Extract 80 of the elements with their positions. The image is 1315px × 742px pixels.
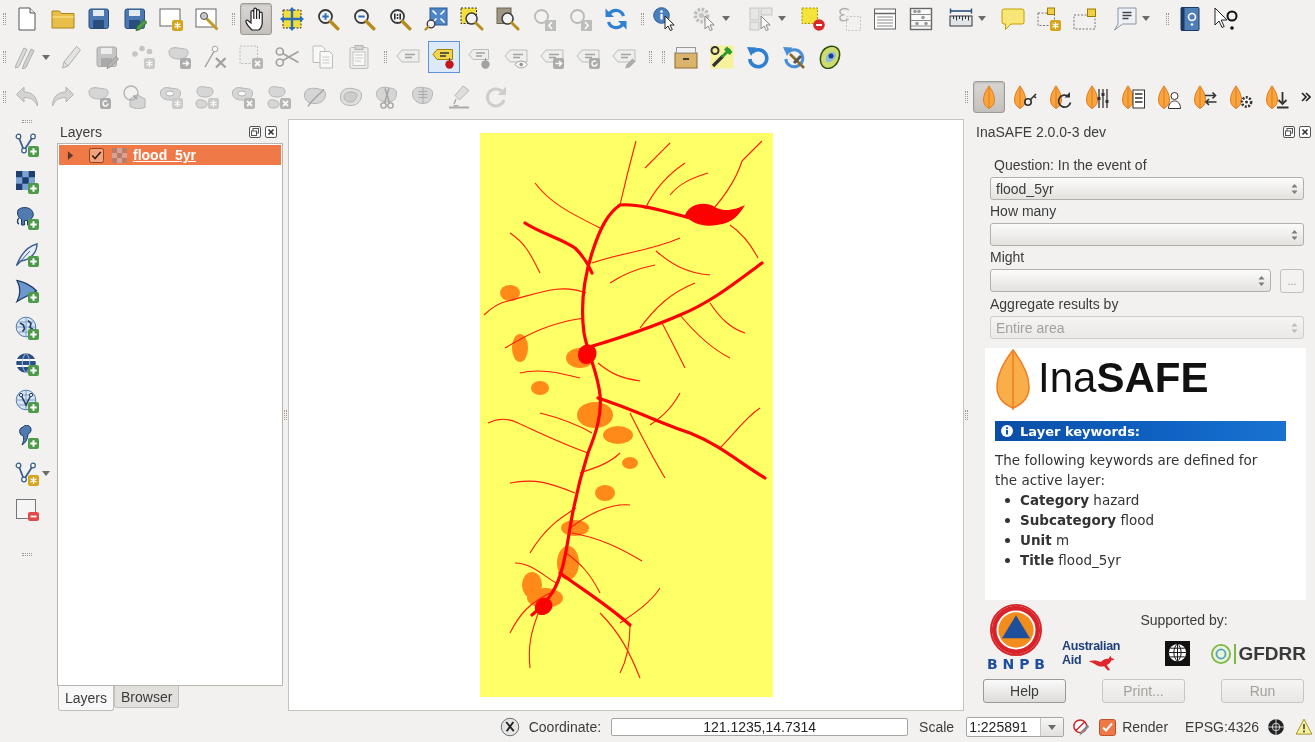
keyword-text: Category hazard [1020,492,1140,508]
leaf-logo-icon [995,349,1031,411]
spin-arrows-icon [1258,274,1265,287]
text-bubble-icon[interactable] [1112,6,1137,31]
toolbar-handle[interactable] [232,12,235,25]
heading-text: Layer keywords: [1020,423,1141,439]
keyword-text: Subcategory flood [1020,512,1154,528]
toolbar-handle[interactable] [3,91,6,103]
caret-icon [42,54,50,60]
spin-arrows-icon [1291,321,1298,334]
caret-icon [977,16,986,21]
vertices-star-icon[interactable] [15,461,39,486]
field-label: Question: In the event of [993,156,1148,175]
caret-icon [777,16,786,21]
toolbar-handle[interactable] [22,120,32,123]
crosshair-icon[interactable] [1267,718,1285,736]
close-icon[interactable] [265,125,277,138]
field-label: Might [990,248,1026,267]
keyword-text: Title flood_5yr [1020,552,1121,568]
spin-arrows-icon [1291,228,1298,241]
circle-logo-icon [1211,643,1232,664]
field-label: How many [990,202,1058,221]
splitter-handle[interactable] [965,409,968,420]
toolbar-handle[interactable] [649,51,652,63]
logo-text: B N P B [987,656,1045,672]
field-label: Aggregate results by [990,295,1120,314]
expand-arrow-icon[interactable] [67,150,74,160]
caret-icon [42,471,50,476]
bullet-icon [1005,497,1010,503]
warning-icon[interactable] [1295,718,1313,736]
circle-x-icon[interactable] [499,717,520,737]
info-icon [1001,425,1013,437]
dropdown[interactable] [990,269,1271,292]
intro-text: The following keywords are defined for the active layer: [995,451,1259,490]
panel-title: Layers [60,123,103,140]
keyword-text: Unit m [1020,532,1070,548]
checker-icon [112,147,127,163]
bullet-icon [1005,537,1010,543]
render-checkbox[interactable] [1099,718,1117,736]
logo-text: InaSAFE [1038,357,1209,399]
float-icon[interactable] [1283,125,1295,138]
panel-title: InaSAFE 2.0.0-3 dev [976,123,1106,140]
logo-text: GFDRR [1234,643,1306,664]
scale-label: Scale [919,719,955,735]
caret-icon [1141,16,1150,21]
coordinate-field[interactable]: 121.1235,14.7314 [611,718,909,736]
no-sign-pencil-icon[interactable] [1072,718,1091,736]
help-button[interactable]: Help [983,678,1066,703]
logo-text: Aid [1062,654,1082,667]
dropdown[interactable]: flood_5yr [990,177,1304,200]
logo-text: Australian [1062,640,1121,653]
coordinate-label: Coordinate: [528,719,602,735]
toolbar-handle[interactable] [3,51,6,63]
double-chevron-icon[interactable] [1301,92,1311,102]
caret-icon [721,16,730,21]
panel-tab[interactable]: Browser [114,686,180,708]
supported-by-text: Supported by: [1140,612,1228,628]
globe-logo-icon [1164,641,1190,666]
toolbar-handle[interactable] [384,51,387,63]
float-icon[interactable] [249,125,261,138]
caret-icon [1048,724,1057,730]
splitter-handle[interactable] [284,409,287,420]
bullet-icon [1005,517,1010,523]
panel-tab[interactable]: Layers [58,686,115,711]
layer-checkbox[interactable] [89,147,104,163]
close-icon[interactable] [1299,125,1311,138]
map-canvas[interactable] [288,119,964,711]
toolbar-handle[interactable] [965,91,968,103]
crs-label[interactable]: EPSG:4326 [1185,719,1259,735]
dropdown[interactable] [990,223,1304,246]
render-label[interactable]: Render [1122,719,1169,735]
toolbar-handle[interactable] [641,12,644,25]
toolbar-handle[interactable] [1166,12,1169,25]
spin-arrows-icon [1291,182,1298,195]
scale-dropdown[interactable]: 1:225891 [966,717,1065,737]
bullet-icon [1005,557,1010,563]
toolbar-handle[interactable] [3,12,6,25]
toolbar-handle[interactable] [22,552,32,556]
triangle-emblem-logo [990,604,1042,656]
toolbar-handle[interactable] [662,51,665,63]
